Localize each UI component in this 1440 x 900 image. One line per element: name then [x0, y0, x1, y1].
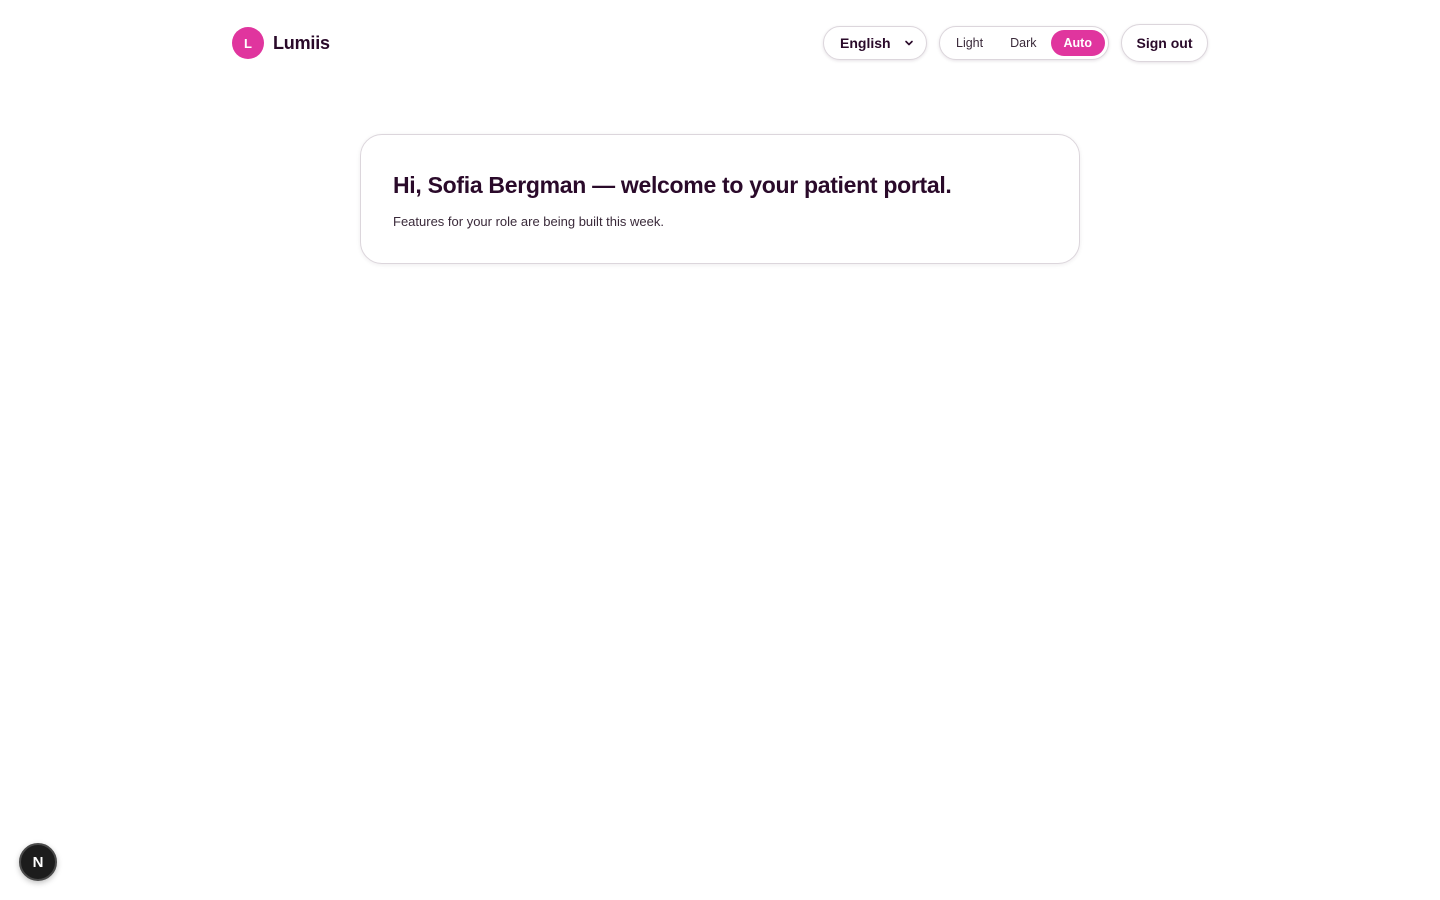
sign-out-button[interactable]: Sign out — [1121, 24, 1208, 62]
theme-option-light[interactable]: Light — [943, 30, 996, 56]
top-header: L Lumiis English Light Dark Auto Sign ou… — [232, 24, 1208, 62]
chevron-down-icon — [904, 38, 914, 48]
language-select-value: English — [840, 35, 891, 51]
theme-option-auto[interactable]: Auto — [1050, 30, 1105, 56]
nextjs-icon: N — [32, 853, 44, 871]
welcome-title: Hi, Sofia Bergman — welcome to your pati… — [393, 172, 952, 198]
welcome-subtitle: Features for your role are being built t… — [393, 214, 664, 229]
nextjs-dev-indicator[interactable]: N — [19, 843, 57, 881]
theme-toggle: Light Dark Auto — [939, 26, 1109, 60]
language-select[interactable]: English — [823, 26, 927, 60]
welcome-card: Hi, Sofia Bergman — welcome to your pati… — [360, 134, 1080, 264]
brand-logo-icon: L — [232, 27, 264, 59]
brand[interactable]: L Lumiis — [232, 27, 330, 59]
theme-option-dark[interactable]: Dark — [997, 30, 1049, 56]
header-controls: English Light Dark Auto Sign out — [823, 24, 1208, 62]
brand-name: Lumiis — [273, 32, 330, 53]
